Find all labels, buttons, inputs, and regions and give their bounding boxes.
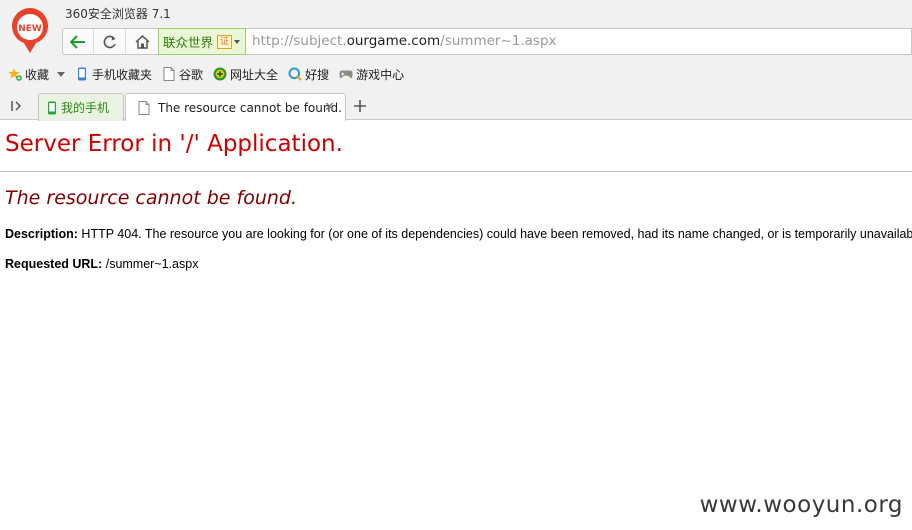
url-scheme: http://subject. bbox=[252, 33, 347, 49]
tab-strip: 我的手机 The resource cannot be found. ✕ bbox=[0, 92, 912, 121]
address-row: 联众世界 证 http://subject.ourgame.com/summer… bbox=[62, 28, 912, 55]
tab-label: 我的手机 bbox=[61, 101, 110, 115]
bookmark-url-directory[interactable]: 网址大全 bbox=[213, 66, 278, 83]
sidebar-toggle-button[interactable] bbox=[6, 96, 28, 116]
home-icon bbox=[135, 34, 150, 49]
url-host: ourgame.com bbox=[346, 33, 441, 49]
back-button[interactable] bbox=[63, 29, 94, 54]
chevron-down-icon[interactable] bbox=[57, 71, 66, 77]
new-tab-button[interactable] bbox=[350, 96, 370, 116]
bookmark-favorites[interactable]: 收藏 bbox=[8, 66, 49, 83]
description-text: HTTP 404. The resource you are looking f… bbox=[81, 227, 912, 241]
bookmark-label: 网址大全 bbox=[230, 67, 279, 82]
star-add-icon bbox=[8, 67, 22, 81]
nav-buttons bbox=[62, 28, 158, 55]
requested-url-value: /summer~1.aspx bbox=[105, 257, 199, 271]
bookmark-haosou[interactable]: 好搜 bbox=[288, 66, 329, 83]
browser-chrome: NEW 360安全浏览器 7.1 联众世界 证 http://subject.o… bbox=[0, 0, 912, 121]
gamepad-icon bbox=[339, 67, 353, 81]
plus-icon bbox=[354, 100, 366, 112]
certificate-icon: 证 bbox=[217, 34, 233, 49]
arrow-left-icon bbox=[70, 34, 85, 49]
tab-current-page[interactable]: The resource cannot be found. ✕ bbox=[125, 93, 346, 121]
requested-url-label: Requested URL: bbox=[5, 257, 103, 271]
bookmark-mobile-favorites[interactable]: 手机收藏夹 bbox=[75, 66, 152, 83]
page-icon bbox=[162, 67, 176, 81]
divider bbox=[0, 171, 912, 172]
browser-logo[interactable]: NEW bbox=[10, 8, 50, 54]
url-path: /summer~1.aspx bbox=[440, 33, 557, 49]
tab-my-phone[interactable]: 我的手机 bbox=[38, 93, 124, 121]
logo-text: NEW bbox=[18, 24, 42, 34]
description-label: Description: bbox=[5, 227, 78, 241]
bookmark-label: 手机收藏夹 bbox=[92, 67, 153, 82]
bookmark-label: 游戏中心 bbox=[356, 67, 405, 82]
description-line: Description: HTTP 404. The resource you … bbox=[5, 227, 912, 241]
page-content: Server Error in '/' Application. The res… bbox=[0, 121, 912, 530]
page-title: Server Error in '/' Application. bbox=[5, 131, 343, 157]
bookmark-label: 收藏 bbox=[25, 67, 50, 82]
reload-button[interactable] bbox=[95, 29, 126, 54]
globe-plus-icon bbox=[213, 67, 227, 81]
home-button[interactable] bbox=[127, 29, 158, 54]
phone-icon bbox=[48, 101, 56, 114]
watermark: www.wooyun.org bbox=[699, 492, 903, 518]
url-input[interactable]: http://subject.ourgame.com/summer~1.aspx bbox=[246, 28, 912, 55]
bookmark-label: 好搜 bbox=[305, 67, 330, 82]
bookmark-game-center[interactable]: 游戏中心 bbox=[339, 66, 404, 83]
bookmark-label: 谷歌 bbox=[179, 67, 204, 82]
bookmark-google[interactable]: 谷歌 bbox=[162, 66, 203, 83]
search-q-icon bbox=[288, 67, 302, 81]
bookmarks-bar: 收藏 手机收藏夹 谷歌 网址大全 好搜 游戏中心 bbox=[0, 62, 912, 86]
certificate-site-name: 联众世界 bbox=[163, 35, 214, 50]
page-icon bbox=[138, 100, 150, 115]
sidebar-expand-icon bbox=[11, 101, 22, 111]
phone-icon bbox=[75, 67, 89, 81]
error-subtitle: The resource cannot be found. bbox=[5, 187, 298, 209]
reload-icon bbox=[103, 35, 116, 48]
requested-url-line: Requested URL: /summer~1.aspx bbox=[5, 257, 198, 271]
window-title: 360安全浏览器 7.1 bbox=[65, 7, 171, 21]
tab-label: The resource cannot be found. bbox=[158, 100, 342, 115]
close-icon[interactable]: ✕ bbox=[324, 101, 335, 114]
chevron-down-icon bbox=[234, 39, 241, 44]
site-certificate-badge[interactable]: 联众世界 证 bbox=[158, 28, 246, 55]
